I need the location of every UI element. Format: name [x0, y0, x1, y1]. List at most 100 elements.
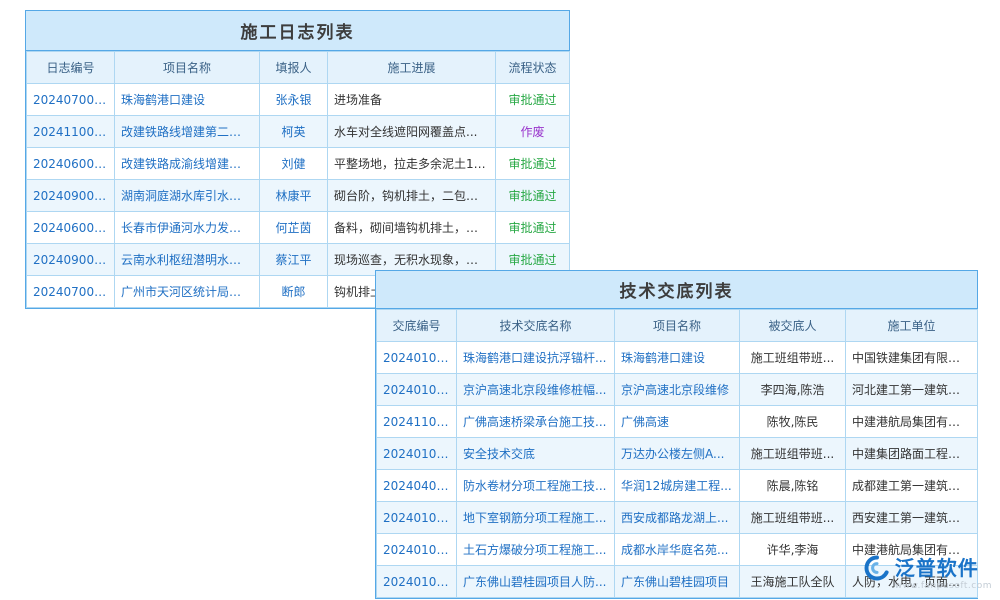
- disclosure-id-cell[interactable]: 2024010003: [377, 438, 457, 470]
- disclosure-unit-cell: 河北建工第一建筑有...: [846, 374, 978, 406]
- disclosure-name-link[interactable]: 土石方爆破分项工程施工...: [457, 534, 615, 566]
- log-table-row[interactable]: 2024060006 改建铁路成渝线增建第二... 刘健 平整场地，拉走多余泥土…: [27, 148, 570, 180]
- disclosure-table-row[interactable]: 2024010003 安全技术交底 万达办公楼左侧A... 施工班组带班... …: [377, 438, 978, 470]
- disclosure-col-id: 交底编号: [377, 310, 457, 342]
- log-table-row[interactable]: 2024070011 珠海鹤港口建设 张永银 进场准备 审批通过: [27, 84, 570, 116]
- log-status-badge: 审批通过: [496, 180, 570, 212]
- disclosure-id-cell[interactable]: 2024010002: [377, 502, 457, 534]
- disclosure-table-row[interactable]: 2024110001 广佛高速桥梁承台施工技... 广佛高速 陈牧,陈民 中建港…: [377, 406, 978, 438]
- disclosure-id-cell[interactable]: 2024110001: [377, 406, 457, 438]
- disclosure-unit-cell: 中国铁建集团有限公司: [846, 342, 978, 374]
- log-project-link[interactable]: 湖南洞庭湖水库引水工程...: [115, 180, 260, 212]
- disclosure-table-row[interactable]: 2024040001 防水卷材分项工程施工技... 华润12城房建工程... 陈…: [377, 470, 978, 502]
- log-id-cell[interactable]: 2024090009: [27, 244, 115, 276]
- fanpu-logo: 泛普软件 www.fanpusoft.com: [863, 554, 992, 592]
- disclosure-project-link[interactable]: 万达办公楼左侧A...: [615, 438, 740, 470]
- disclosure-id-cell[interactable]: 2024010004: [377, 374, 457, 406]
- disclosure-project-link[interactable]: 珠海鹤港口建设: [615, 342, 740, 374]
- log-project-link[interactable]: 长春市伊通河水力发电厂...: [115, 212, 260, 244]
- log-id-cell[interactable]: 2024090009: [27, 180, 115, 212]
- log-id-cell[interactable]: 2024110002: [27, 116, 115, 148]
- disclosure-header-row: 交底编号 技术交底名称 项目名称 被交底人 施工单位: [377, 310, 978, 342]
- log-reporter-cell: 断郎: [260, 276, 328, 308]
- technical-disclosure-panel: 技术交底列表 交底编号 技术交底名称 项目名称 被交底人 施工单位 202401…: [375, 270, 978, 599]
- log-id-cell[interactable]: 2024060005: [27, 212, 115, 244]
- log-col-status: 流程状态: [496, 52, 570, 84]
- fanpu-logo-icon: [863, 554, 891, 582]
- disclosure-col-project: 项目名称: [615, 310, 740, 342]
- log-header-row: 日志编号 项目名称 填报人 施工进展 流程状态: [27, 52, 570, 84]
- disclosure-name-link[interactable]: 地下室钢筋分项工程施工...: [457, 502, 615, 534]
- disclosure-project-link[interactable]: 京沪高速北京段维修: [615, 374, 740, 406]
- log-id-cell[interactable]: 2024060006: [27, 148, 115, 180]
- disclosure-name-link[interactable]: 安全技术交底: [457, 438, 615, 470]
- log-progress-cell: 砌台阶，钩机排土，二包砌...: [328, 180, 496, 212]
- log-reporter-cell: 蔡江平: [260, 244, 328, 276]
- log-col-id: 日志编号: [27, 52, 115, 84]
- log-progress-cell: 备料，砌间墙钩机排土，瓦...: [328, 212, 496, 244]
- fanpu-logo-text: 泛普软件: [895, 557, 979, 579]
- disclosure-project-link[interactable]: 广佛高速: [615, 406, 740, 438]
- log-id-cell[interactable]: 2024070011: [27, 84, 115, 116]
- disclosure-project-link[interactable]: 广东佛山碧桂园项目: [615, 566, 740, 598]
- disclosure-person-cell: 陈牧,陈民: [740, 406, 846, 438]
- disclosure-table-row[interactable]: 2024010004 京沪高速北京段维修桩幅... 京沪高速北京段维修 李四海,…: [377, 374, 978, 406]
- log-project-link[interactable]: 广州市天河区统计局机房...: [115, 276, 260, 308]
- log-reporter-cell: 柯英: [260, 116, 328, 148]
- log-project-link[interactable]: 改建铁路成渝线增建第二...: [115, 148, 260, 180]
- disclosure-person-cell: 许华,李海: [740, 534, 846, 566]
- log-project-link[interactable]: 云南水利枢纽潜明水库一...: [115, 244, 260, 276]
- disclosure-name-link[interactable]: 广佛高速桥梁承台施工技...: [457, 406, 615, 438]
- disclosure-project-link[interactable]: 华润12城房建工程...: [615, 470, 740, 502]
- log-progress-cell: 进场准备: [328, 84, 496, 116]
- log-reporter-cell: 张永银: [260, 84, 328, 116]
- log-project-link[interactable]: 珠海鹤港口建设: [115, 84, 260, 116]
- log-table-row[interactable]: 2024060005 长春市伊通河水力发电厂... 何芷茵 备料，砌间墙钩机排土…: [27, 212, 570, 244]
- log-status-badge: 作废: [496, 116, 570, 148]
- disclosure-id-cell[interactable]: 2024010001: [377, 566, 457, 598]
- fanpu-logo-url: www.fanpusoft.com: [895, 582, 992, 592]
- disclosure-project-link[interactable]: 成都水岸华庭名苑...: [615, 534, 740, 566]
- disclosure-unit-cell: 中建港航局集团有限...: [846, 406, 978, 438]
- disclosure-person-cell: 施工班组带班...: [740, 502, 846, 534]
- log-id-cell[interactable]: 2024070011: [27, 276, 115, 308]
- log-status-badge: 审批通过: [496, 84, 570, 116]
- technical-disclosure-title: 技术交底列表: [376, 271, 977, 309]
- disclosure-table-row[interactable]: 2024010002 地下室钢筋分项工程施工... 西安成都路龙湖上... 施工…: [377, 502, 978, 534]
- construction-log-title: 施工日志列表: [26, 11, 569, 51]
- log-reporter-cell: 刘健: [260, 148, 328, 180]
- disclosure-col-unit: 施工单位: [846, 310, 978, 342]
- disclosure-person-cell: 陈晨,陈铭: [740, 470, 846, 502]
- disclosure-unit-cell: 成都建工第一建筑有...: [846, 470, 978, 502]
- disclosure-person-cell: 施工班组带班...: [740, 342, 846, 374]
- log-progress-cell: 平整场地，拉走多余泥土15...: [328, 148, 496, 180]
- construction-log-panel: 施工日志列表 日志编号 项目名称 填报人 施工进展 流程状态 202407001…: [25, 10, 570, 309]
- log-col-project: 项目名称: [115, 52, 260, 84]
- log-table-row[interactable]: 2024090009 湖南洞庭湖水库引水工程... 林康平 砌台阶，钩机排土，二…: [27, 180, 570, 212]
- disclosure-name-link[interactable]: 广东佛山碧桂园项目人防...: [457, 566, 615, 598]
- disclosure-id-cell[interactable]: 2024040001: [377, 470, 457, 502]
- disclosure-id-cell[interactable]: 2024010002: [377, 534, 457, 566]
- disclosure-unit-cell: 西安建工第一建筑有...: [846, 502, 978, 534]
- log-reporter-cell: 何芷茵: [260, 212, 328, 244]
- log-col-reporter: 填报人: [260, 52, 328, 84]
- disclosure-person-cell: 李四海,陈浩: [740, 374, 846, 406]
- disclosure-col-person: 被交底人: [740, 310, 846, 342]
- disclosure-person-cell: 王海施工队全队: [740, 566, 846, 598]
- log-status-badge: 审批通过: [496, 212, 570, 244]
- disclosure-col-name: 技术交底名称: [457, 310, 615, 342]
- disclosure-name-link[interactable]: 防水卷材分项工程施工技...: [457, 470, 615, 502]
- log-table-row[interactable]: 2024110002 改建铁路线增建第二线直... 柯英 水车对全线遮阳网覆盖点…: [27, 116, 570, 148]
- log-progress-cell: 水车对全线遮阳网覆盖点...: [328, 116, 496, 148]
- disclosure-name-link[interactable]: 珠海鹤港口建设抗浮锚杆...: [457, 342, 615, 374]
- log-project-link[interactable]: 改建铁路线增建第二线直...: [115, 116, 260, 148]
- log-col-progress: 施工进展: [328, 52, 496, 84]
- disclosure-project-link[interactable]: 西安成都路龙湖上...: [615, 502, 740, 534]
- disclosure-name-link[interactable]: 京沪高速北京段维修桩幅...: [457, 374, 615, 406]
- disclosure-id-cell[interactable]: 2024010003: [377, 342, 457, 374]
- log-status-badge: 审批通过: [496, 148, 570, 180]
- disclosure-table-row[interactable]: 2024010003 珠海鹤港口建设抗浮锚杆... 珠海鹤港口建设 施工班组带班…: [377, 342, 978, 374]
- log-reporter-cell: 林康平: [260, 180, 328, 212]
- disclosure-unit-cell: 中建集团路面工程有...: [846, 438, 978, 470]
- disclosure-person-cell: 施工班组带班...: [740, 438, 846, 470]
